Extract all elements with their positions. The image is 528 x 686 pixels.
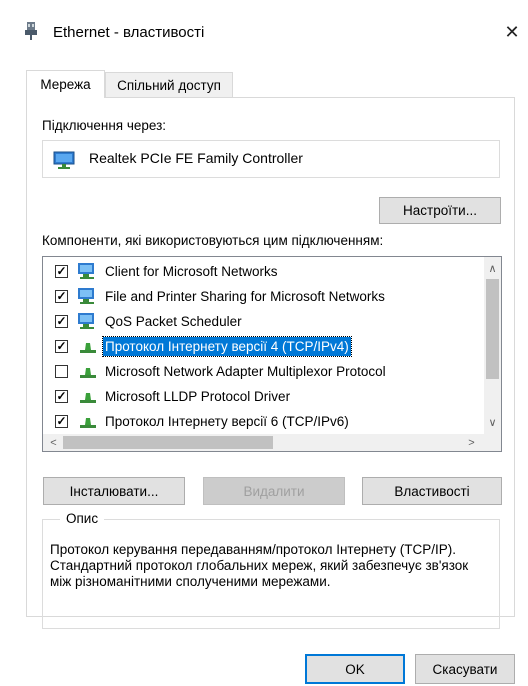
network-service-icon [76,312,100,331]
connect-using-label: Підключення через: [42,118,167,133]
component-checkbox[interactable]: ✓ [55,415,68,428]
close-button[interactable]: ✕ [496,14,528,50]
scroll-corner [484,434,501,451]
ethernet-icon [24,22,38,40]
scroll-down-icon[interactable]: ∨ [484,414,501,431]
component-checkbox[interactable]: ✓ [55,390,68,403]
component-checkbox[interactable]: ✓ [55,315,68,328]
ok-button-label: OK [345,661,365,677]
network-client-icon [76,262,100,281]
network-service-icon [76,287,100,306]
network-adapter-icon [53,151,75,169]
list-item[interactable]: ✓ Протокол Інтернету версії 4 (TCP/IPv4) [43,334,483,359]
uninstall-button-label: Видалити [243,483,305,499]
cancel-button-label: Скасувати [432,661,498,677]
hscroll-thumb[interactable] [63,436,273,449]
list-item[interactable]: Microsoft Network Adapter Multiplexor Pr… [43,359,483,384]
protocol-icon [76,362,100,381]
component-label: Протокол Інтернету версії 4 (TCP/IPv4) [102,336,352,357]
component-label: Протокол Інтернету версії 6 (TCP/IPv6) [105,414,349,429]
protocol-icon [76,412,100,431]
title-bar: Ethernet - властивості ✕ [0,0,528,52]
component-label: File and Printer Sharing for Microsoft N… [105,289,385,304]
tab-sharing[interactable]: Спільний доступ [105,72,233,98]
list-item[interactable]: ✓ File and Printer Sharing for Microsoft… [43,284,483,309]
component-label: Microsoft LLDP Protocol Driver [105,389,291,404]
configure-button-label: Настроїти... [403,203,477,218]
description-legend: Опис [60,511,105,526]
device-name: Realtek PCIe FE Family Controller [89,150,303,166]
tab-sharing-label: Спільний доступ [117,78,221,93]
list-item[interactable]: ✓ Microsoft LLDP Protocol Driver [43,384,483,409]
list-item[interactable]: ✓ Client for Microsoft Networks [43,259,483,284]
scroll-thumb[interactable] [486,279,499,379]
scroll-right-icon[interactable]: > [463,434,480,451]
component-checkbox[interactable] [55,365,68,378]
component-label: Client for Microsoft Networks [105,264,278,279]
close-icon: ✕ [504,21,520,42]
install-button[interactable]: Інсталювати... [43,477,185,505]
description-text: Протокол керування передаванням/протокол… [50,542,469,589]
properties-button-label: Властивості [394,483,470,499]
component-label: QoS Packet Scheduler [105,314,242,329]
horizontal-scrollbar[interactable]: < > [43,434,484,451]
install-button-label: Інсталювати... [69,483,159,499]
window-title: Ethernet - властивості [53,24,205,41]
components-list[interactable]: ✓ Client for Microsoft Networks ✓ File a… [42,256,502,452]
vertical-scrollbar[interactable]: ∧ ∨ [484,257,501,434]
uninstall-button[interactable]: Видалити [203,477,345,505]
ok-button[interactable]: OK [305,654,405,684]
scroll-left-icon[interactable]: < [45,434,62,451]
component-checkbox[interactable]: ✓ [55,265,68,278]
component-label: Microsoft Network Adapter Multiplexor Pr… [105,364,386,379]
list-item[interactable]: ✓ QoS Packet Scheduler [43,309,483,334]
configure-button[interactable]: Настроїти... [379,197,501,224]
cancel-button[interactable]: Скасувати [415,654,515,684]
protocol-icon [76,337,100,356]
components-label: Компоненти, які використовуються цим під… [42,233,384,248]
component-checkbox[interactable]: ✓ [55,340,68,353]
device-box: Realtek PCIe FE Family Controller [42,140,500,178]
protocol-icon [76,387,100,406]
component-checkbox[interactable]: ✓ [55,290,68,303]
tab-network-label: Мережа [40,77,91,92]
list-item[interactable]: ✓ Протокол Інтернету версії 6 (TCP/IPv6) [43,409,483,434]
tab-network[interactable]: Мережа [26,70,105,98]
properties-button[interactable]: Властивості [362,477,502,505]
scroll-up-icon[interactable]: ∧ [484,260,501,277]
